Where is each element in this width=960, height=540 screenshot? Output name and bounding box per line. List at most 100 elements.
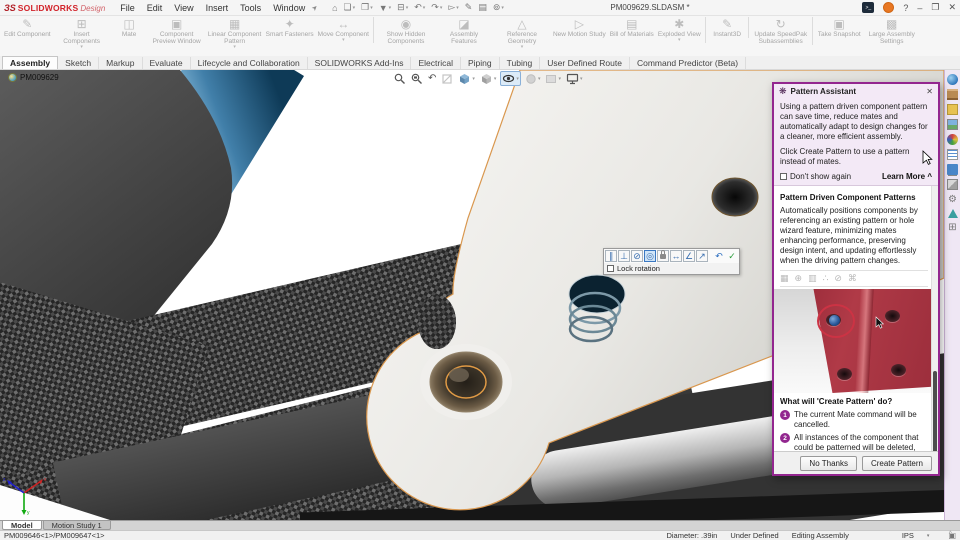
close-button[interactable]: ✕ — [948, 2, 956, 13]
accept-mate-icon[interactable]: ✓ — [726, 250, 738, 262]
file-explorer-icon[interactable] — [947, 104, 958, 115]
chevron-down-icon[interactable]: ▾ — [80, 45, 83, 50]
toolbar-icon[interactable]: ↷ ▾ — [429, 2, 444, 13]
ribbon-tab[interactable]: Markup — [99, 57, 143, 69]
chevron-down-icon[interactable]: ▾ — [927, 533, 930, 539]
ribbon-tab[interactable]: Evaluate — [143, 57, 191, 69]
perpendicular-mate-icon[interactable]: ⊥ — [618, 250, 630, 262]
undo-icon[interactable]: ↶ — [713, 250, 725, 262]
zoom-to-fit-icon[interactable] — [393, 72, 407, 85]
previous-view-icon[interactable]: ↶ — [427, 72, 437, 85]
ribbon-button[interactable]: ↻ Update SpeedPak Subassemblies ▾ — [752, 17, 813, 45]
ribbon-button[interactable]: ✱ Exploded View ▾ — [656, 17, 706, 43]
user-avatar[interactable] — [883, 2, 895, 13]
ribbon-tab[interactable]: Piping — [461, 57, 500, 69]
ribbon-button[interactable]: ✎ Edit Component ▾ — [2, 17, 53, 38]
ribbon-button[interactable]: ▦ Linear Component Pattern ▾ — [206, 17, 264, 50]
ribbon-button[interactable]: ◉ Show Hidden Components ▾ — [377, 17, 435, 45]
angle-mate-icon[interactable]: ∠ — [683, 250, 695, 262]
chevron-down-icon[interactable]: ▾ — [440, 5, 443, 11]
ribbon-tab[interactable]: Tubing — [500, 57, 541, 69]
apply-scene-icon[interactable]: ▾ — [544, 72, 562, 85]
toolbar-icon[interactable]: ▤ ▾ — [476, 2, 489, 13]
create-pattern-button[interactable]: Create Pattern — [861, 455, 932, 471]
lock-rotation-checkbox[interactable] — [607, 265, 614, 272]
feature-tree-root[interactable]: PM009629 — [8, 73, 59, 82]
tangent-mate-icon[interactable]: ⊘ — [631, 250, 643, 262]
toolbar-icon[interactable]: ✎ ▾ — [463, 2, 475, 13]
ribbon-tab[interactable]: Command Predictor (Beta) — [630, 57, 747, 69]
plate-hole[interactable] — [711, 177, 759, 217]
zoom-to-area-icon[interactable] — [410, 72, 424, 85]
add-in-icon[interactable]: ⊞ — [947, 222, 958, 233]
ribbon-tab[interactable]: User Defined Route — [540, 57, 630, 69]
command-prompt-icon[interactable]: >_ — [862, 2, 875, 13]
ribbon-tab[interactable]: Sketch — [58, 57, 100, 69]
view-palette-icon[interactable] — [947, 119, 958, 130]
toolbar-icon[interactable]: ❏ ▾ — [342, 2, 358, 13]
distance-mate-icon[interactable]: ↔ — [670, 250, 682, 262]
ribbon-collapse-chevron[interactable]: ^ — [949, 531, 952, 538]
ribbon-button[interactable]: ◪ Assembly Features ▾ — [435, 17, 493, 45]
toolbar-icon[interactable]: ▻ ▾ — [446, 2, 460, 13]
menu-item[interactable]: Insert — [201, 2, 234, 14]
toolbar-icon[interactable]: ⌂ ▾ — [330, 3, 339, 13]
ribbon-button[interactable]: ↔ Move Component ▾ — [316, 17, 374, 43]
bottom-tab[interactable]: Model — [2, 521, 42, 530]
close-icon[interactable]: ✕ — [926, 87, 933, 96]
ribbon-button[interactable]: ▣ Component Preview Window ▾ — [148, 17, 206, 45]
ribbon-tab[interactable]: Lifecycle and Collaboration — [191, 57, 308, 69]
ribbon-button[interactable]: ▣ Take Snapshot ▾ — [816, 17, 863, 38]
section-view-icon[interactable] — [440, 72, 454, 85]
ribbon-button[interactable]: △ Reference Geometry ▾ — [493, 17, 551, 50]
dont-show-again-checkbox[interactable] — [780, 173, 787, 180]
settings-gear-icon[interactable]: ⚙ — [947, 194, 958, 205]
help-icon[interactable]: ? — [903, 3, 908, 13]
washer-part[interactable] — [420, 344, 512, 420]
menu-item[interactable]: Tools — [235, 2, 266, 14]
flip-dimension-icon[interactable]: ↗ — [696, 250, 708, 262]
ribbon-button[interactable]: ✎ Instant3D ▾ — [709, 17, 749, 38]
chevron-down-icon[interactable]: ▾ — [389, 5, 392, 11]
menu-item[interactable]: Window — [268, 2, 310, 14]
restore-button[interactable]: ❐ — [931, 2, 939, 13]
chevron-down-icon[interactable]: ▾ — [501, 5, 504, 11]
bottom-tab[interactable]: Motion Study 1 — [42, 521, 111, 530]
menu-item[interactable]: Edit — [142, 2, 168, 14]
design-library-icon[interactable] — [947, 89, 958, 100]
concentric-mate-icon[interactable]: ◎ — [644, 250, 656, 262]
forum-icon[interactable] — [947, 164, 958, 175]
view-settings-icon[interactable]: ▾ — [565, 72, 584, 85]
ribbon-button[interactable]: ◫ Mate ▾ — [111, 17, 148, 38]
solidworks-resources-icon[interactable] — [947, 74, 958, 85]
simulation-flask-icon[interactable] — [947, 209, 958, 218]
scrollbar-thumb[interactable] — [933, 371, 937, 451]
ribbon-tab[interactable]: Electrical — [411, 57, 461, 69]
menu-item[interactable]: View — [169, 2, 198, 14]
pin-icon[interactable]: ➤ — [310, 3, 320, 12]
chevron-down-icon[interactable]: ▾ — [678, 38, 681, 43]
3d-content-icon[interactable] — [947, 179, 958, 190]
chevron-down-icon[interactable]: ▾ — [370, 5, 373, 11]
ribbon-button[interactable]: ✦ Smart Fasteners ▾ — [264, 17, 316, 38]
ribbon-button[interactable]: ▩ Large Assembly Settings ▾ — [863, 17, 921, 45]
menu-item[interactable]: File — [115, 2, 140, 14]
ribbon-tab[interactable]: Assembly — [2, 56, 59, 69]
ribbon-button[interactable]: ▷ New Motion Study ▾ — [551, 17, 608, 38]
toolbar-icon[interactable]: ❐ ▾ — [359, 2, 375, 13]
chevron-down-icon[interactable]: ▾ — [406, 5, 409, 11]
appearances-scenes-icon[interactable] — [947, 134, 958, 145]
chevron-down-icon[interactable]: ▾ — [233, 45, 236, 50]
ribbon-button[interactable]: ▤ Bill of Materials ▾ — [608, 17, 656, 38]
ribbon-tab[interactable]: SOLIDWORKS Add-Ins — [308, 57, 412, 69]
view-orientation-icon[interactable]: ▾ — [457, 72, 476, 85]
minimize-button[interactable]: – — [917, 3, 922, 13]
edit-appearance-icon[interactable]: ▾ — [524, 72, 542, 85]
no-thanks-button[interactable]: No Thanks — [800, 455, 857, 471]
panel-scrollbar[interactable] — [931, 186, 938, 451]
chevron-down-icon[interactable]: ▾ — [521, 45, 524, 50]
parallel-mate-icon[interactable]: ∥ — [605, 250, 617, 262]
learn-more-link[interactable]: Learn More ^ — [882, 172, 932, 181]
dont-show-again[interactable]: Don't show again — [780, 172, 851, 181]
lock-mate-icon[interactable] — [657, 249, 669, 262]
